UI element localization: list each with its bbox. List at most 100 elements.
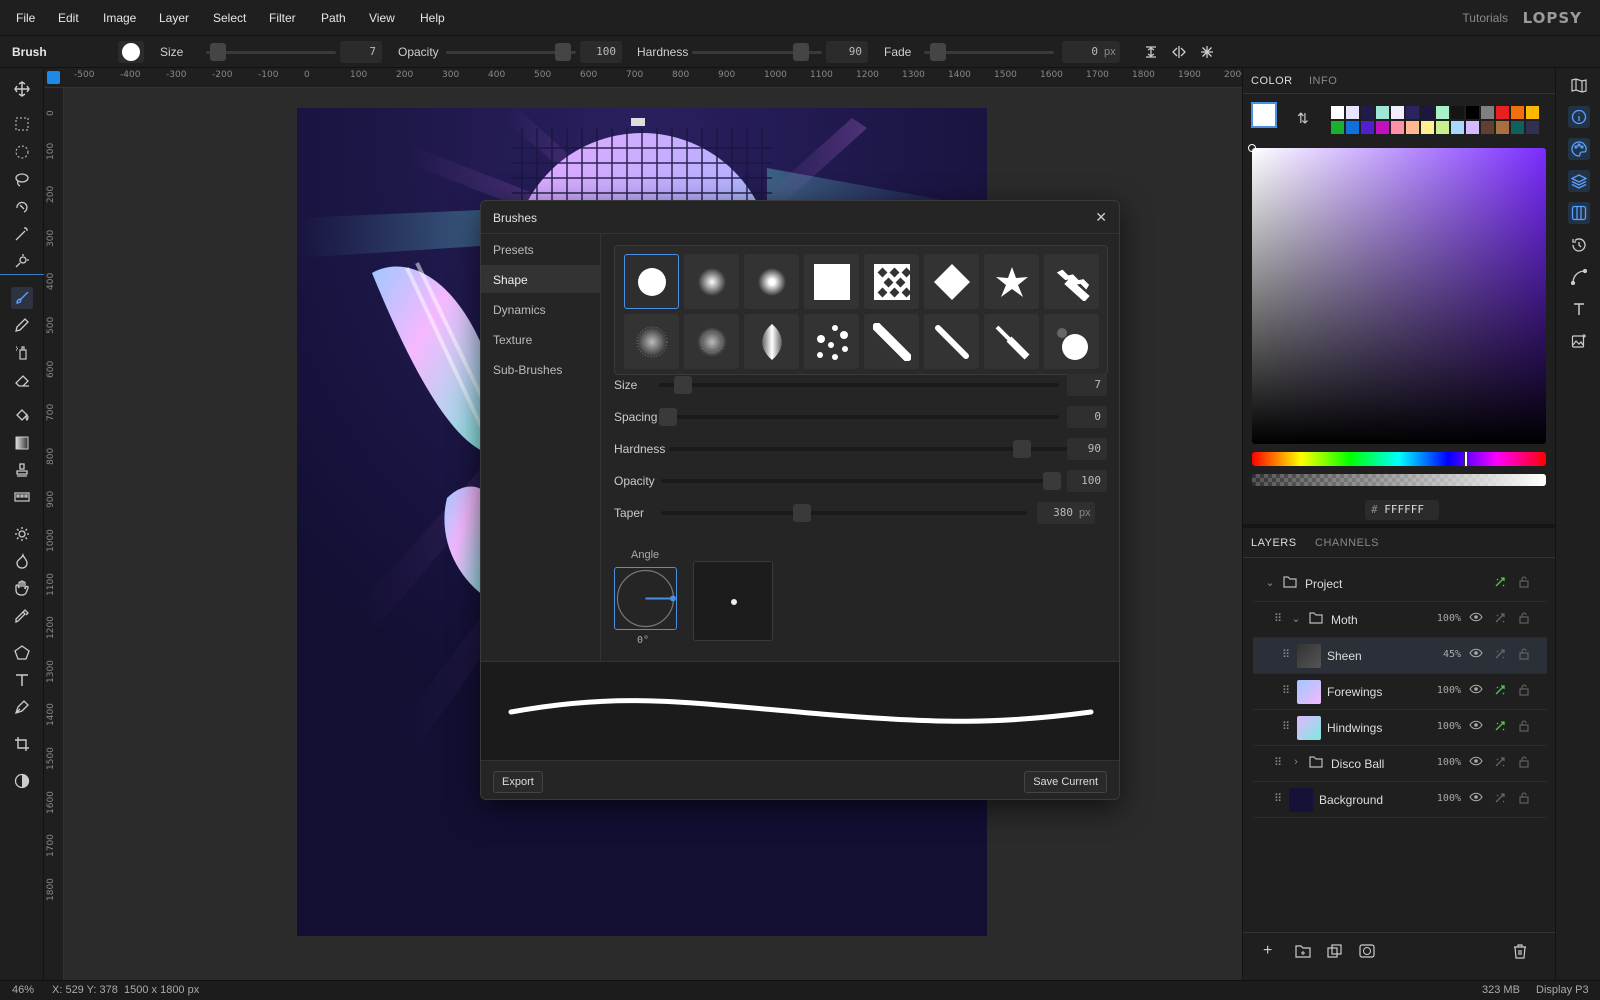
- size-value[interactable]: 7: [340, 41, 382, 63]
- picker-handle[interactable]: [1248, 144, 1256, 152]
- color-swatch[interactable]: [1436, 121, 1449, 134]
- foreground-color-swatch[interactable]: [1251, 102, 1277, 128]
- layer-effects-icon[interactable]: [1493, 612, 1507, 626]
- radial-symmetry-icon[interactable]: [1196, 41, 1218, 63]
- color-swatch[interactable]: [1481, 106, 1494, 119]
- dodge-tool-icon[interactable]: [11, 523, 33, 545]
- brush-preset-picker[interactable]: [118, 41, 144, 63]
- lock-icon[interactable]: [1517, 720, 1531, 734]
- lock-icon[interactable]: [1517, 792, 1531, 806]
- drag-handle-icon[interactable]: ⠿: [1279, 684, 1293, 698]
- visibility-eye-icon[interactable]: [1469, 648, 1483, 662]
- lock-icon[interactable]: [1517, 756, 1531, 770]
- layer-opacity[interactable]: 100%: [1437, 721, 1461, 732]
- layer-name[interactable]: Moth: [1331, 613, 1358, 627]
- drag-handle-icon[interactable]: ⠿: [1279, 648, 1293, 662]
- lock-icon[interactable]: [1517, 648, 1531, 662]
- color-swatch[interactable]: [1421, 121, 1434, 134]
- move-tool-icon[interactable]: [11, 78, 33, 100]
- color-swatch[interactable]: [1526, 106, 1539, 119]
- symmetry-vertical-icon[interactable]: [1140, 41, 1162, 63]
- layer-row[interactable]: ⠿ Hindwings 100%: [1253, 710, 1547, 746]
- menu-help[interactable]: Help: [420, 11, 445, 25]
- nav-texture[interactable]: Texture: [481, 325, 601, 353]
- brush-tip-bubbles[interactable]: [1044, 314, 1099, 369]
- menu-image[interactable]: Image: [103, 11, 136, 25]
- layer-row[interactable]: ⠿ Background 100%: [1253, 782, 1547, 818]
- eyedropper-tool-icon[interactable]: [11, 605, 33, 627]
- layer-name[interactable]: Forewings: [1327, 685, 1382, 699]
- layer-name[interactable]: Project: [1305, 577, 1342, 591]
- menu-view[interactable]: View: [369, 11, 395, 25]
- layer-effects-icon[interactable]: [1493, 648, 1507, 662]
- text-tool-icon[interactable]: [11, 669, 33, 691]
- lock-icon[interactable]: [1517, 612, 1531, 626]
- layer-row[interactable]: ⠿ › Disco Ball 100%: [1253, 746, 1547, 782]
- history-icon[interactable]: [1568, 234, 1590, 256]
- hand-tool-icon[interactable]: [11, 577, 33, 599]
- brush-tip-round-hard[interactable]: [624, 254, 679, 309]
- swap-colors-icon[interactable]: ⇅: [1297, 110, 1309, 127]
- paths-icon[interactable]: [1568, 266, 1590, 288]
- hardness-slider-thumb[interactable]: [793, 43, 809, 61]
- brush-tip-lens[interactable]: [744, 314, 799, 369]
- new-group-icon[interactable]: [1295, 944, 1311, 961]
- gradient-tool-icon[interactable]: [11, 432, 33, 454]
- color-swatch[interactable]: [1406, 106, 1419, 119]
- color-swatch[interactable]: [1466, 106, 1479, 119]
- info-icon[interactable]: [1568, 106, 1590, 128]
- hue-slider[interactable]: [1252, 451, 1546, 467]
- export-button[interactable]: Export: [493, 771, 543, 793]
- add-layer-icon[interactable]: +: [1263, 942, 1272, 960]
- layer-opacity[interactable]: 45%: [1443, 649, 1461, 660]
- layer-opacity[interactable]: 100%: [1437, 757, 1461, 768]
- visibility-eye-icon[interactable]: [1469, 720, 1483, 734]
- visibility-eye-icon[interactable]: [1469, 684, 1483, 698]
- slider-thumb[interactable]: [1043, 472, 1061, 490]
- brush-tip-flat-narrow[interactable]: [924, 314, 979, 369]
- brush-tip-scatter[interactable]: [804, 314, 859, 369]
- contrast-mode-icon[interactable]: [11, 770, 33, 792]
- color-swatch[interactable]: [1421, 106, 1434, 119]
- slider-track[interactable]: [659, 383, 1059, 387]
- close-icon[interactable]: ✕: [1095, 209, 1107, 226]
- tab-layers[interactable]: LAYERS: [1251, 537, 1297, 549]
- brush-tip-grain[interactable]: [684, 314, 739, 369]
- visibility-eye-icon[interactable]: [1469, 612, 1483, 626]
- color-swatch[interactable]: [1481, 121, 1494, 134]
- brush-tip-diamond[interactable]: [924, 254, 979, 309]
- palette-icon[interactable]: [1568, 138, 1590, 160]
- color-swatch[interactable]: [1361, 106, 1374, 119]
- tab-color[interactable]: COLOR: [1251, 75, 1293, 87]
- visibility-eye-icon[interactable]: [1469, 792, 1483, 806]
- duplicate-layer-icon[interactable]: [1327, 944, 1343, 961]
- layer-name[interactable]: Sheen: [1327, 649, 1362, 663]
- fade-slider-thumb[interactable]: [930, 43, 946, 61]
- layer-name[interactable]: Hindwings: [1327, 721, 1382, 735]
- spray-tool-icon[interactable]: [11, 341, 33, 363]
- tab-info[interactable]: INFO: [1309, 75, 1337, 87]
- color-swatch[interactable]: [1496, 106, 1509, 119]
- color-swatch[interactable]: [1406, 121, 1419, 134]
- chevron-down-icon[interactable]: ⌄: [1263, 576, 1277, 590]
- layer-effects-icon[interactable]: [1493, 720, 1507, 734]
- color-swatch[interactable]: [1526, 121, 1539, 134]
- ruler-origin-marker[interactable]: [47, 71, 60, 84]
- slider-track[interactable]: [661, 479, 1061, 483]
- slider-value[interactable]: 100: [1067, 470, 1107, 492]
- pattern-stamp-tool-icon[interactable]: [11, 486, 33, 508]
- layer-opacity[interactable]: 100%: [1437, 613, 1461, 624]
- pen-tool-icon[interactable]: [11, 696, 33, 718]
- layer-effects-icon[interactable]: [1493, 684, 1507, 698]
- layer-mask-icon[interactable]: [1359, 944, 1375, 961]
- brush-tip-chisel-stairs[interactable]: [1044, 254, 1099, 309]
- tutorials-link[interactable]: Tutorials: [1462, 11, 1508, 25]
- hex-input[interactable]: # FFFFFF: [1365, 500, 1439, 520]
- layer-effects-icon[interactable]: [1493, 756, 1507, 770]
- delete-layer-icon[interactable]: [1513, 944, 1527, 962]
- slider-track[interactable]: [661, 511, 1027, 515]
- layer-row[interactable]: ⌄ Project: [1253, 566, 1547, 602]
- drag-handle-icon[interactable]: ⠿: [1271, 612, 1285, 626]
- slider-thumb[interactable]: [793, 504, 811, 522]
- menu-layer[interactable]: Layer: [159, 11, 189, 25]
